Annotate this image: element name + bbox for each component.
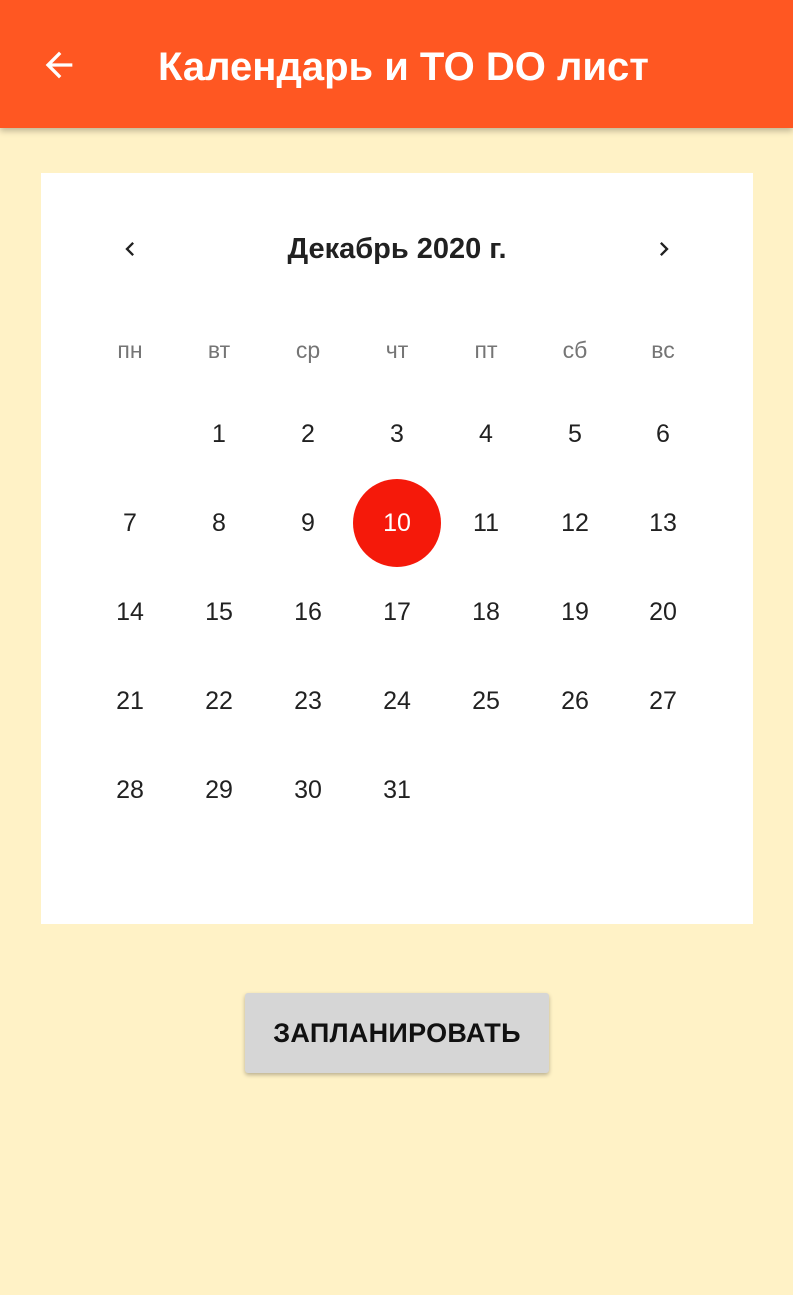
weekday-label: вт: [207, 337, 231, 363]
day-cell[interactable]: 9: [264, 479, 352, 567]
day-cell[interactable]: 19: [531, 568, 619, 656]
day-cell[interactable]: 15: [175, 568, 263, 656]
day-cell[interactable]: 27: [619, 657, 707, 745]
next-month-button[interactable]: [644, 229, 684, 269]
selected-day-cell[interactable]: 10: [353, 479, 441, 567]
day-cell[interactable]: 20: [619, 568, 707, 656]
day-cell[interactable]: 7: [86, 479, 174, 567]
weekday-label: чт: [385, 337, 409, 363]
arrow-left-icon: [45, 51, 73, 79]
day-cell[interactable]: 16: [264, 568, 352, 656]
day-cell[interactable]: 2: [264, 390, 352, 478]
schedule-button[interactable]: ЗАПЛАНИРОВАТЬ: [245, 993, 549, 1073]
day-cell[interactable]: 18: [442, 568, 530, 656]
weekday-label: пн: [117, 337, 143, 363]
day-cell[interactable]: 6: [619, 390, 707, 478]
day-cell[interactable]: 4: [442, 390, 530, 478]
day-cell[interactable]: 21: [86, 657, 174, 745]
chevron-right-icon: [660, 242, 669, 256]
app-title: Календарь и TO DO лист: [158, 45, 649, 89]
day-cell[interactable]: 5: [531, 390, 619, 478]
day-cell[interactable]: 12: [531, 479, 619, 567]
day-cell[interactable]: 17: [353, 568, 441, 656]
day-cell[interactable]: 13: [619, 479, 707, 567]
day-cell[interactable]: 23: [264, 657, 352, 745]
weekday-label: вс: [651, 337, 675, 363]
day-cell[interactable]: 31: [353, 746, 441, 834]
app-bar: Календарь и TO DO лист: [0, 0, 793, 128]
weekday-label: сб: [562, 337, 588, 363]
day-cell[interactable]: 1: [175, 390, 263, 478]
day-cell[interactable]: 24: [353, 657, 441, 745]
day-cell[interactable]: 3: [353, 390, 441, 478]
day-cell[interactable]: 25: [442, 657, 530, 745]
calendar: Декабрь 2020 г. пн вт ср чт пт сб вс 123456789…: [41, 173, 753, 924]
weekday-label: ср: [295, 337, 321, 363]
day-cell[interactable]: 8: [175, 479, 263, 567]
day-cell[interactable]: 11: [442, 479, 530, 567]
day-cell[interactable]: 30: [264, 746, 352, 834]
day-cell[interactable]: 29: [175, 746, 263, 834]
weekday-label: пт: [474, 337, 498, 363]
day-cell[interactable]: 22: [175, 657, 263, 745]
day-cell[interactable]: 14: [86, 568, 174, 656]
day-cell[interactable]: 28: [86, 746, 174, 834]
day-cell[interactable]: 26: [531, 657, 619, 745]
back-button[interactable]: [30, 36, 88, 94]
